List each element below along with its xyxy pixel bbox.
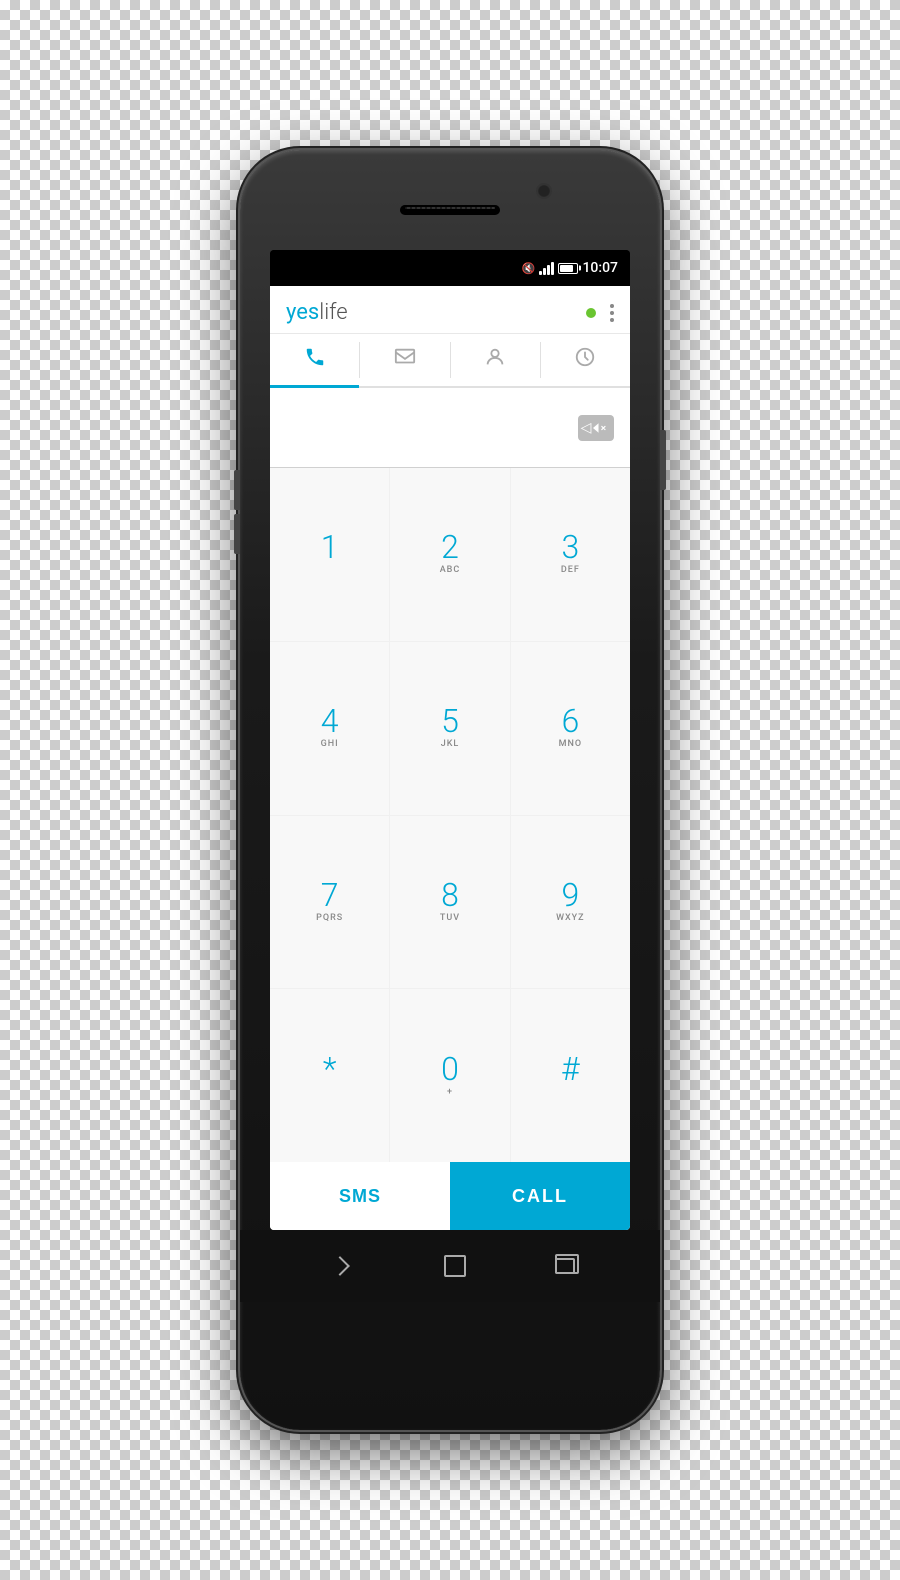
back-icon bbox=[325, 1251, 355, 1281]
status-icons: 🔇 10:07 bbox=[522, 260, 618, 276]
key-8[interactable]: 8 TUV bbox=[390, 816, 509, 989]
message-icon bbox=[394, 346, 416, 373]
key-star[interactable]: * bbox=[270, 989, 389, 1162]
tab-history[interactable] bbox=[541, 334, 630, 388]
key-5[interactable]: 5 JKL bbox=[390, 642, 509, 815]
app-logo: yes life bbox=[286, 300, 348, 325]
status-bar: 🔇 10:07 bbox=[270, 250, 630, 286]
volume-down-button[interactable] bbox=[234, 514, 240, 554]
recents-button[interactable] bbox=[555, 1258, 575, 1274]
key-0[interactable]: 0 + bbox=[390, 989, 509, 1162]
key-6[interactable]: 6 MNO bbox=[511, 642, 630, 815]
signal-bar-2 bbox=[543, 268, 546, 275]
front-camera bbox=[538, 185, 550, 197]
status-indicator-dot bbox=[586, 308, 596, 318]
menu-button[interactable] bbox=[610, 304, 614, 322]
backspace-button[interactable] bbox=[578, 415, 614, 441]
menu-dot-3 bbox=[610, 318, 614, 322]
volume-up-button[interactable] bbox=[234, 470, 240, 510]
home-button[interactable] bbox=[444, 1255, 466, 1277]
phone-device: 🔇 10:07 yes bbox=[240, 150, 660, 1430]
phone-screen: 🔇 10:07 yes bbox=[270, 250, 630, 1230]
volume-buttons bbox=[234, 470, 240, 554]
tab-dialpad[interactable] bbox=[270, 334, 359, 388]
key-4[interactable]: 4 GHI bbox=[270, 642, 389, 815]
header-right bbox=[586, 304, 614, 322]
key-hash[interactable]: # bbox=[511, 989, 630, 1162]
display-area bbox=[270, 388, 630, 468]
clock-icon bbox=[574, 346, 596, 373]
signal-bar-4 bbox=[551, 262, 554, 275]
battery-icon bbox=[558, 263, 578, 274]
app-screen: yes life bbox=[270, 286, 630, 1230]
status-time: 10:07 bbox=[582, 260, 618, 276]
tab-messages[interactable] bbox=[360, 334, 449, 388]
keypad: 1 2 ABC 3 DEF 4 GHI bbox=[270, 468, 630, 1162]
key-1[interactable]: 1 bbox=[270, 468, 389, 641]
app-header: yes life bbox=[270, 286, 630, 334]
action-bar: SMS CALL bbox=[270, 1162, 630, 1230]
contacts-icon bbox=[484, 346, 506, 373]
signal-bar-3 bbox=[547, 265, 550, 275]
menu-dot-2 bbox=[610, 311, 614, 315]
battery-fill bbox=[560, 265, 573, 272]
phone-top-area bbox=[240, 150, 660, 250]
tabs bbox=[270, 334, 630, 388]
dialpad-container: 1 2 ABC 3 DEF 4 GHI bbox=[270, 388, 630, 1230]
key-9[interactable]: 9 WXYZ bbox=[511, 816, 630, 989]
power-button[interactable] bbox=[660, 430, 666, 490]
speaker-grille bbox=[400, 205, 500, 215]
key-2[interactable]: 2 ABC bbox=[390, 468, 509, 641]
back-button[interactable] bbox=[325, 1251, 355, 1281]
call-button[interactable]: CALL bbox=[450, 1162, 630, 1230]
key-7[interactable]: 7 PQRS bbox=[270, 816, 389, 989]
sms-button[interactable]: SMS bbox=[270, 1162, 450, 1230]
key-3[interactable]: 3 DEF bbox=[511, 468, 630, 641]
logo-life: life bbox=[319, 300, 347, 325]
phone-icon bbox=[304, 346, 326, 373]
tab-contacts[interactable] bbox=[451, 334, 540, 388]
bottom-navigation bbox=[240, 1230, 660, 1302]
logo-yes: yes bbox=[286, 300, 319, 325]
home-icon bbox=[444, 1255, 466, 1277]
signal-icon bbox=[539, 261, 554, 275]
signal-bar-1 bbox=[539, 271, 542, 275]
mute-icon: 🔇 bbox=[522, 262, 536, 275]
recents-icon bbox=[555, 1258, 575, 1274]
menu-dot-1 bbox=[610, 304, 614, 308]
